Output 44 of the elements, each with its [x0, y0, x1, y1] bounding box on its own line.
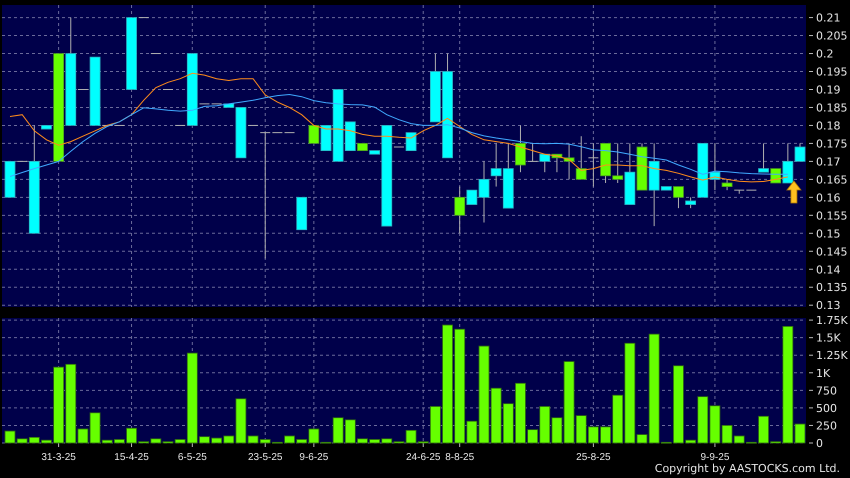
axis-label: 0.175 — [816, 137, 848, 150]
axis-label: 0.18 — [816, 119, 840, 132]
axis-label: 31-3-25 — [41, 452, 76, 462]
axis-label: 0.185 — [816, 101, 848, 114]
axis-label: 1.5K — [816, 332, 841, 345]
axis-label: 23-5-25 — [248, 452, 282, 462]
axis-label: 0.16 — [816, 191, 840, 204]
up-arrow-icon — [786, 180, 802, 204]
axis-label: 0.135 — [816, 281, 848, 294]
axis-label: 8-8-25 — [445, 452, 474, 462]
axis-label: 0.145 — [816, 245, 848, 258]
copyright-text: Copyright by AASTOCKS.com Ltd. — [654, 462, 840, 477]
axis-label: 0.2 — [816, 48, 834, 61]
candlestick — [162, 89, 174, 90]
candlestick — [576, 136, 587, 180]
axis-label: 0 — [816, 437, 823, 450]
axis-label: 750 — [816, 384, 837, 398]
candlestick — [588, 142, 599, 188]
axis-label: 25-8-25 — [576, 452, 611, 462]
axis-label: 0.195 — [816, 66, 848, 78]
candlestick — [600, 142, 611, 184]
axis-label: 1.25K — [816, 349, 848, 362]
axis-label: 250 — [816, 419, 837, 432]
candlestick — [539, 154, 550, 173]
axis-label: 0.155 — [816, 209, 848, 222]
axis-label: 500 — [816, 402, 837, 415]
axis-label: 9-6-25 — [299, 452, 328, 462]
axis-label: 6-5-25 — [178, 452, 207, 462]
candlestick — [308, 125, 320, 144]
axis-label: 0.19 — [816, 84, 840, 96]
axis-label: 0.17 — [816, 155, 840, 168]
axis-label: 1K — [816, 366, 830, 380]
axis-label: 1.75K — [816, 314, 848, 328]
axis-label: 0.14 — [816, 263, 840, 276]
axis-label: 9-9-25 — [700, 452, 730, 462]
axis-label: 15-4-25 — [114, 452, 149, 462]
axis-label: 24-6-25 — [406, 452, 440, 462]
axis-label: 0.21 — [816, 12, 840, 25]
axis-label: 0.15 — [816, 227, 840, 240]
axis-label: 0.165 — [816, 173, 848, 186]
axis-label: 0.205 — [816, 30, 848, 43]
candlestick — [150, 53, 162, 54]
axis-label: 0.13 — [816, 299, 840, 312]
candlestick — [296, 196, 308, 230]
